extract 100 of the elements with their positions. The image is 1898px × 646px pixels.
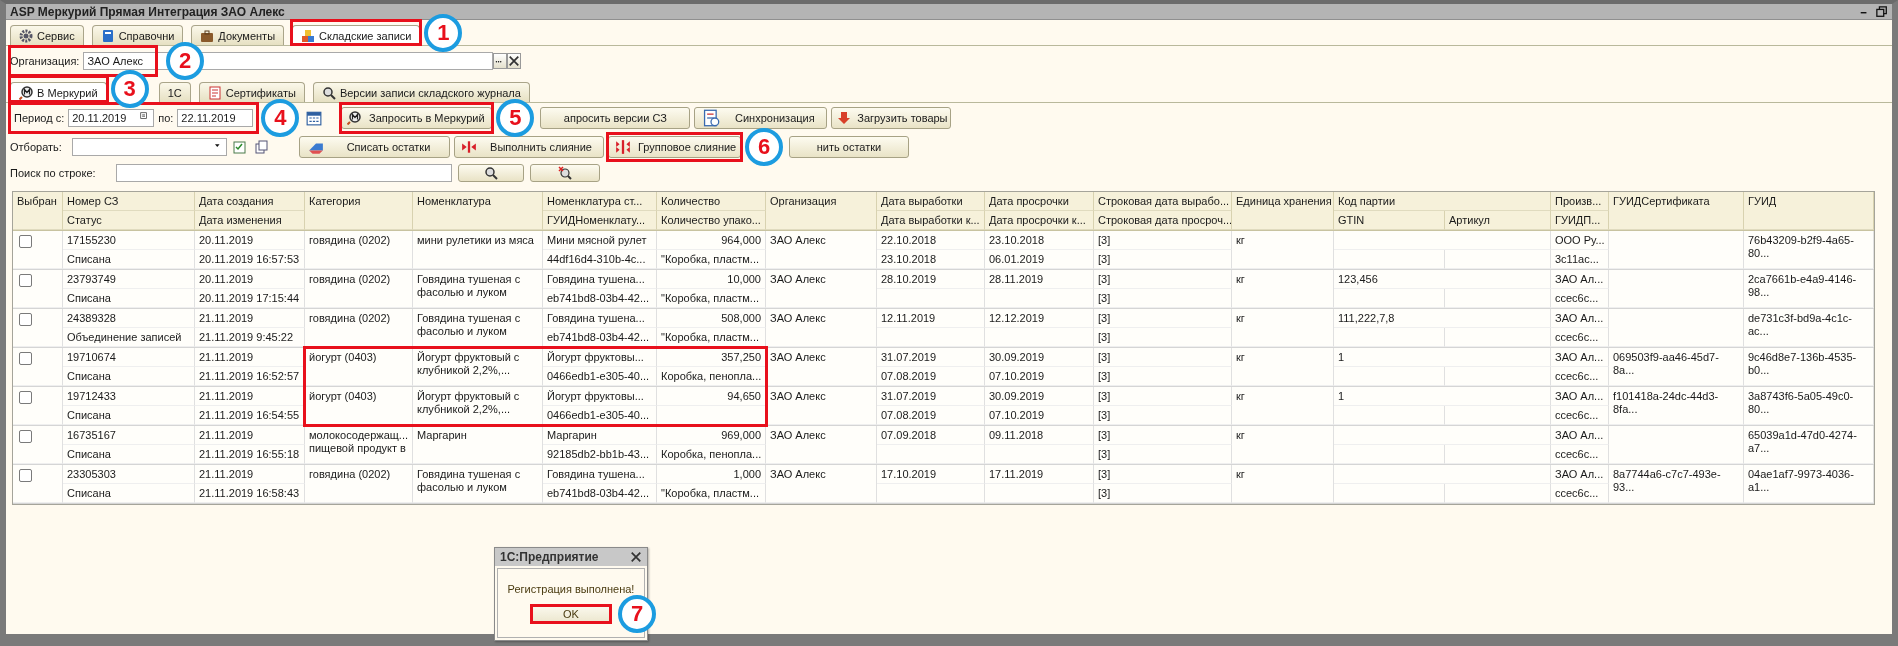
table-cell: [3] <box>1094 309 1232 328</box>
filter-combobox[interactable] <box>72 138 227 156</box>
date-field[interactable]: 22.11.2019 <box>177 109 254 127</box>
date-field[interactable]: 20.11.2019 <box>68 109 155 127</box>
section-tab[interactable]: Справочни <box>91 25 184 45</box>
table-cell: 3c11ac... <box>1551 250 1609 269</box>
table-cell: Говядина тушеная с фасолью и луком <box>413 465 543 503</box>
table-cell: 24389328 <box>63 309 195 328</box>
action-button[interactable]: апросить версии СЗ <box>540 107 691 129</box>
column-header: Единица хранения <box>1232 192 1334 230</box>
column-header: Дата создания <box>195 192 305 211</box>
search-field[interactable] <box>116 164 452 182</box>
search-label: Поиск по строке: <box>10 167 97 179</box>
callout-badge: 2 <box>166 42 204 80</box>
row-checkbox[interactable] <box>19 313 32 326</box>
table-cell: de731c3f-bd9a-4c1c-ac... <box>1744 309 1874 347</box>
column-header: Выбран <box>13 192 63 230</box>
table-cell: 21.11.2019 16:52:57 <box>195 367 305 386</box>
table-cell: "Коробка, пластм... <box>657 289 766 308</box>
organization-label: Организация: <box>10 55 80 67</box>
table-cell: [3] <box>1094 270 1232 289</box>
action-button[interactable]: Групповое слияние <box>608 136 741 158</box>
row-checkbox[interactable] <box>19 235 32 248</box>
table-cell: говядина (0202) <box>305 231 413 269</box>
table-cell: 19710674 <box>63 348 195 367</box>
action-button[interactable]: Загрузить товары <box>831 107 952 129</box>
table-cell: ЗАО Ал... <box>1551 348 1609 367</box>
section-tab[interactable]: Документы <box>191 25 285 45</box>
table-cell: кг <box>1232 465 1334 503</box>
table-cell: 30.09.2019 <box>985 348 1094 367</box>
table-cell: ЗАО Алекс <box>766 231 877 269</box>
table-cell: Коробка, пенопла... <box>657 445 766 464</box>
window-title: ASP Меркурий Прямая Интеграция ЗАО Алекс <box>10 4 285 19</box>
table-cell: Списана <box>63 289 195 308</box>
section-tab[interactable]: Сервис <box>10 25 84 45</box>
row-checkbox[interactable] <box>19 391 32 404</box>
check-all-button[interactable] <box>231 138 249 156</box>
calendar-icon <box>306 110 323 126</box>
calendar-button[interactable] <box>305 109 324 127</box>
search-button[interactable] <box>458 164 524 182</box>
table-cell: Йогурт фруктовы... <box>543 348 657 367</box>
filter-label: Отборать: <box>10 141 63 153</box>
table-cell: йогурт (0403) <box>305 348 413 386</box>
table-cell: 92185db2-bb1b-43... <box>543 445 657 464</box>
column-header: Строковая дата просроч... <box>1094 211 1232 230</box>
table-cell: ЗАО Ал... <box>1551 387 1609 406</box>
table-cell: 357,250 <box>657 348 766 367</box>
table-cell: кг <box>1232 348 1334 386</box>
table-cell: 65039a1d-47d0-4274-a7... <box>1744 426 1874 464</box>
table-cell: [3] <box>1094 328 1232 347</box>
table-cell: Говядина тушена... <box>543 465 657 484</box>
action-button[interactable]: Выполнить слияние <box>454 136 604 158</box>
row-checkbox[interactable] <box>19 469 32 482</box>
column-header: ГУИДНоменклату... <box>543 211 657 230</box>
table-cell: 123,456 <box>1334 270 1551 289</box>
table-cell: [3] <box>1094 348 1232 367</box>
column-header: Номенклатура ст... <box>543 192 657 211</box>
clear-button[interactable] <box>507 53 522 69</box>
table-cell: 17155230 <box>63 231 195 250</box>
column-header: ГУИДСертификата <box>1609 192 1744 230</box>
table-cell: 07.10.2019 <box>985 406 1094 425</box>
table-cell: 20.11.2019 <box>195 231 305 250</box>
clear-search-button[interactable] <box>530 164 600 182</box>
action-button[interactable]: Запросить в Меркурий <box>341 107 493 129</box>
copy-button[interactable] <box>253 138 271 156</box>
row-checkbox[interactable] <box>19 274 32 287</box>
magnifier-icon <box>347 111 362 125</box>
table-cell: [3] <box>1094 387 1232 406</box>
table-cell: [3] <box>1094 231 1232 250</box>
table-cell: Маргарин <box>543 426 657 445</box>
table-cell: Говядина тушеная с фасолью и луком <box>413 270 543 308</box>
action-button[interactable]: нить остатки <box>789 136 909 158</box>
table-cell: eb741bd8-03b4-42... <box>543 328 657 347</box>
row-checkbox[interactable] <box>19 430 32 443</box>
callout-badge: 4 <box>261 99 300 137</box>
column-header: Строковая дата вырабо... <box>1094 192 1232 211</box>
table-cell: 28.10.2019 <box>877 270 985 289</box>
action-button[interactable]: Синхронизация <box>694 107 828 129</box>
table-cell: Говядина тушеная с фасолью и луком <box>413 309 543 347</box>
table-cell: ccec6c... <box>1551 406 1609 425</box>
table-cell: 23.10.2018 <box>877 250 985 269</box>
table-cell: 1 <box>1334 387 1551 406</box>
tab[interactable]: Версии записи складского журнала <box>312 82 530 102</box>
table-cell: "Коробка, пластм... <box>657 484 766 503</box>
table-cell: 16735167 <box>63 426 195 445</box>
table-cell: 9c46d8e7-136b-4535-b0... <box>1744 348 1874 386</box>
book-icon <box>100 28 115 43</box>
table-cell: 07.08.2019 <box>877 367 985 386</box>
table-cell: f101418a-24dc-44d3-8fa... <box>1609 387 1744 425</box>
action-button[interactable]: Списать остатки <box>299 136 450 158</box>
table-cell: 17.10.2019 <box>877 465 985 484</box>
table-cell: 111,222,7,8 <box>1334 309 1551 328</box>
tab[interactable]: 1С <box>158 82 191 102</box>
restore-icon <box>1876 5 1888 18</box>
table-cell: 22.10.2018 <box>877 231 985 250</box>
callout-badge: 3 <box>110 70 149 108</box>
tab[interactable]: Сертификаты <box>198 82 305 102</box>
table-cell: Маргарин <box>413 426 543 464</box>
row-checkbox[interactable] <box>19 352 32 365</box>
table-cell: "Коробка, пластм... <box>657 250 766 269</box>
